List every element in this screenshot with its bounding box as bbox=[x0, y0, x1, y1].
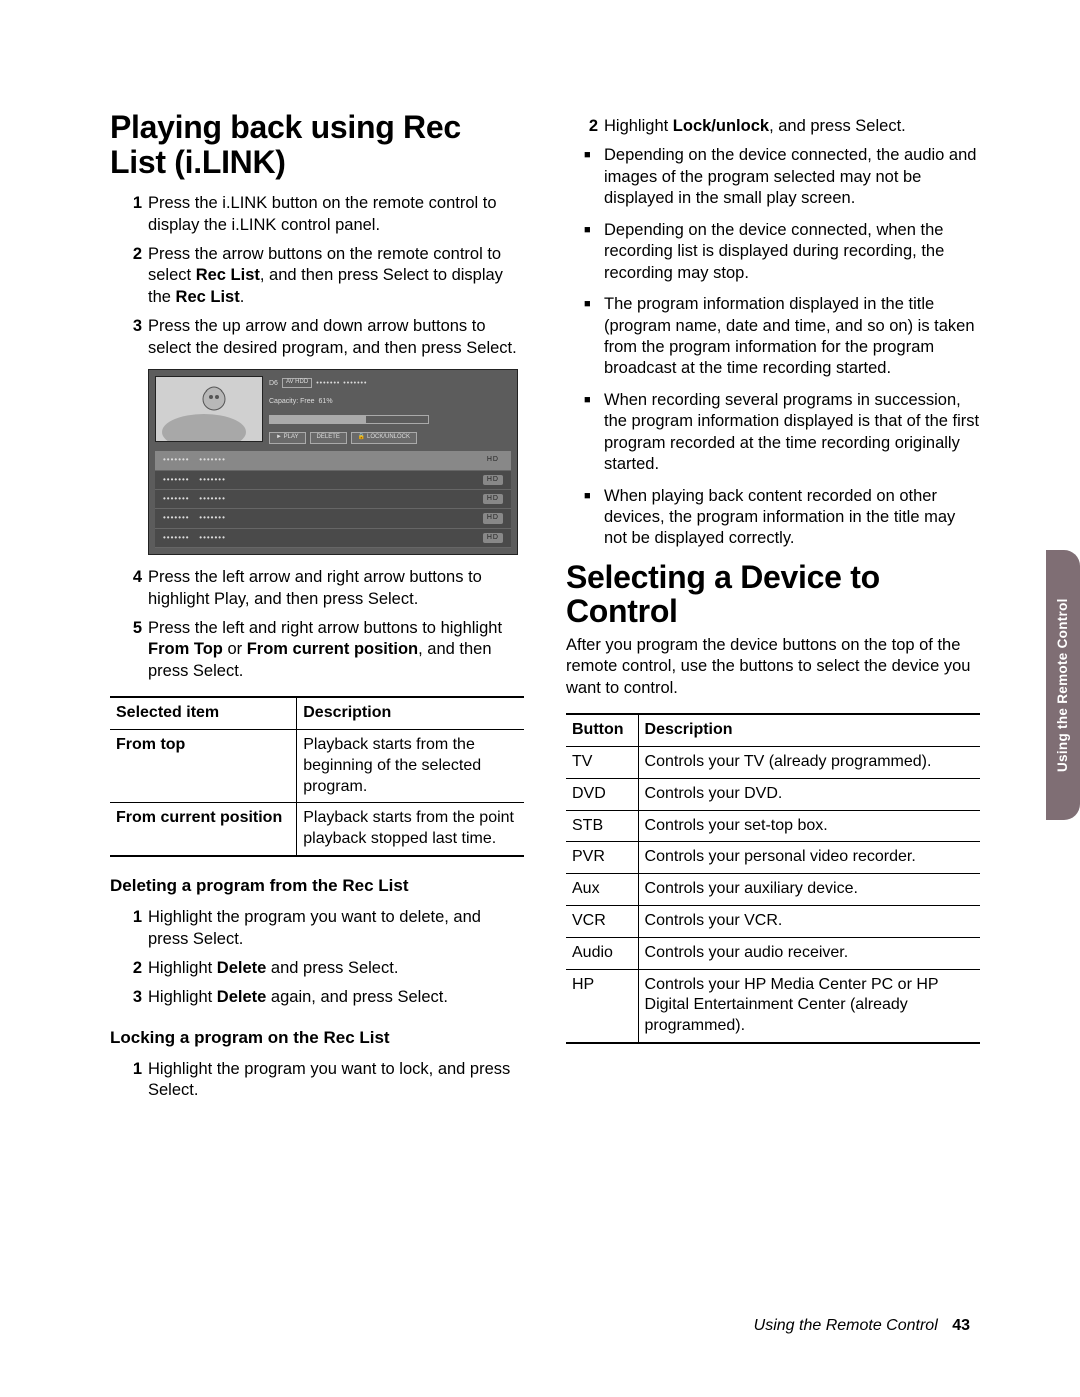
ilink-play-button: ► PLAY bbox=[269, 432, 306, 444]
table-row: HPControls your HP Media Center PC or HP… bbox=[566, 969, 980, 1043]
page-content: Playing back using Rec List (i.LINK) 1 P… bbox=[0, 0, 1080, 1170]
ilink-rec-list: ••••••• •••••••HD ••••••• •••••••HD ••••… bbox=[155, 451, 511, 548]
bullet-icon: ■ bbox=[584, 390, 604, 476]
capacity-bar bbox=[269, 415, 429, 424]
table-row: VCRControls your VCR. bbox=[566, 906, 980, 938]
table-header: Description bbox=[297, 697, 524, 729]
table-header: Selected item bbox=[110, 697, 297, 729]
list-item: ■Depending on the device connected, when… bbox=[584, 220, 980, 284]
step: 5 Press the left and right arrow buttons… bbox=[128, 618, 524, 682]
step-number: 1 bbox=[128, 193, 148, 236]
step: 1 Highlight the program you want to lock… bbox=[128, 1059, 524, 1102]
step-text: Press the arrow buttons on the remote co… bbox=[148, 244, 524, 308]
list-item: ■Depending on the device connected, the … bbox=[584, 145, 980, 209]
heading-locking: Locking a program on the Rec List bbox=[110, 1027, 524, 1049]
table-row: From top Playback starts from the beginn… bbox=[110, 730, 524, 803]
step-number: 2 bbox=[128, 244, 148, 308]
notes-list: ■Depending on the device connected, the … bbox=[584, 145, 980, 549]
ilink-info: D6 AV HDD ••••••• ••••••• Capacity: Free… bbox=[269, 376, 511, 446]
table-row: From current position Playback starts fr… bbox=[110, 803, 524, 856]
table-row: STBControls your set-top box. bbox=[566, 810, 980, 842]
heading-selecting-device: Selecting a Device to Control bbox=[566, 560, 980, 629]
list-item: ■When recording several programs in succ… bbox=[584, 390, 980, 476]
left-column: Playing back using Rec List (i.LINK) 1 P… bbox=[110, 110, 524, 1110]
intro-text: After you program the device buttons on … bbox=[566, 635, 980, 699]
right-column: 2 Highlight Lock/unlock, and press Selec… bbox=[566, 110, 980, 1110]
step-text: Press the up arrow and down arrow button… bbox=[148, 316, 524, 359]
table-header: Description bbox=[638, 714, 980, 746]
table-row: AudioControls your audio receiver. bbox=[566, 937, 980, 969]
footer-section: Using the Remote Control bbox=[754, 1317, 938, 1334]
bullet-icon: ■ bbox=[584, 294, 604, 380]
list-item: ■When playing back content recorded on o… bbox=[584, 486, 980, 550]
heading-deleting: Deleting a program from the Rec List bbox=[110, 875, 524, 897]
step: 1 Highlight the program you want to dele… bbox=[128, 907, 524, 950]
step-text: Press the left and right arrow buttons t… bbox=[148, 618, 524, 682]
heading-playing-back: Playing back using Rec List (i.LINK) bbox=[110, 110, 524, 179]
step-number: 5 bbox=[128, 618, 148, 682]
section-tab: Using the Remote Control bbox=[1046, 550, 1080, 820]
step: 1 Press the i.LINK button on the remote … bbox=[128, 193, 524, 236]
bullet-icon: ■ bbox=[584, 486, 604, 550]
table-row: AuxControls your auxiliary device. bbox=[566, 874, 980, 906]
table-row: TVControls your TV (already programmed). bbox=[566, 747, 980, 779]
table-row: PVRControls your personal video recorder… bbox=[566, 842, 980, 874]
ilink-lock-button: 🔒 LOCK/UNLOCK bbox=[351, 432, 417, 444]
step: 2 Highlight Lock/unlock, and press Selec… bbox=[584, 116, 980, 137]
step: 2 Press the arrow buttons on the remote … bbox=[128, 244, 524, 308]
bullet-icon: ■ bbox=[584, 220, 604, 284]
step-number: 3 bbox=[128, 316, 148, 359]
step: 4 Press the left arrow and right arrow b… bbox=[128, 567, 524, 610]
button-description-table: Button Description TVControls your TV (a… bbox=[566, 713, 980, 1044]
ilink-delete-button: DELETE bbox=[310, 432, 347, 444]
list-item: ■The program information displayed in th… bbox=[584, 294, 980, 380]
step-number: 4 bbox=[128, 567, 148, 610]
selected-item-table: Selected item Description From top Playb… bbox=[110, 696, 524, 857]
step: 3 Highlight Delete again, and press Sele… bbox=[128, 987, 524, 1008]
ilink-screenshot: D6 AV HDD ••••••• ••••••• Capacity: Free… bbox=[148, 369, 518, 555]
step-text: Press the left arrow and right arrow but… bbox=[148, 567, 524, 610]
page-number: 43 bbox=[952, 1317, 970, 1334]
step: 2 Highlight Delete and press Select. bbox=[128, 958, 524, 979]
table-row: DVDControls your DVD. bbox=[566, 778, 980, 810]
step: 3 Press the up arrow and down arrow butt… bbox=[128, 316, 524, 359]
step-text: Press the i.LINK button on the remote co… bbox=[148, 193, 524, 236]
bullet-icon: ■ bbox=[584, 145, 604, 209]
table-header: Button bbox=[566, 714, 638, 746]
page-footer: Using the Remote Control 43 bbox=[754, 1317, 970, 1335]
ilink-thumbnail bbox=[155, 376, 263, 442]
